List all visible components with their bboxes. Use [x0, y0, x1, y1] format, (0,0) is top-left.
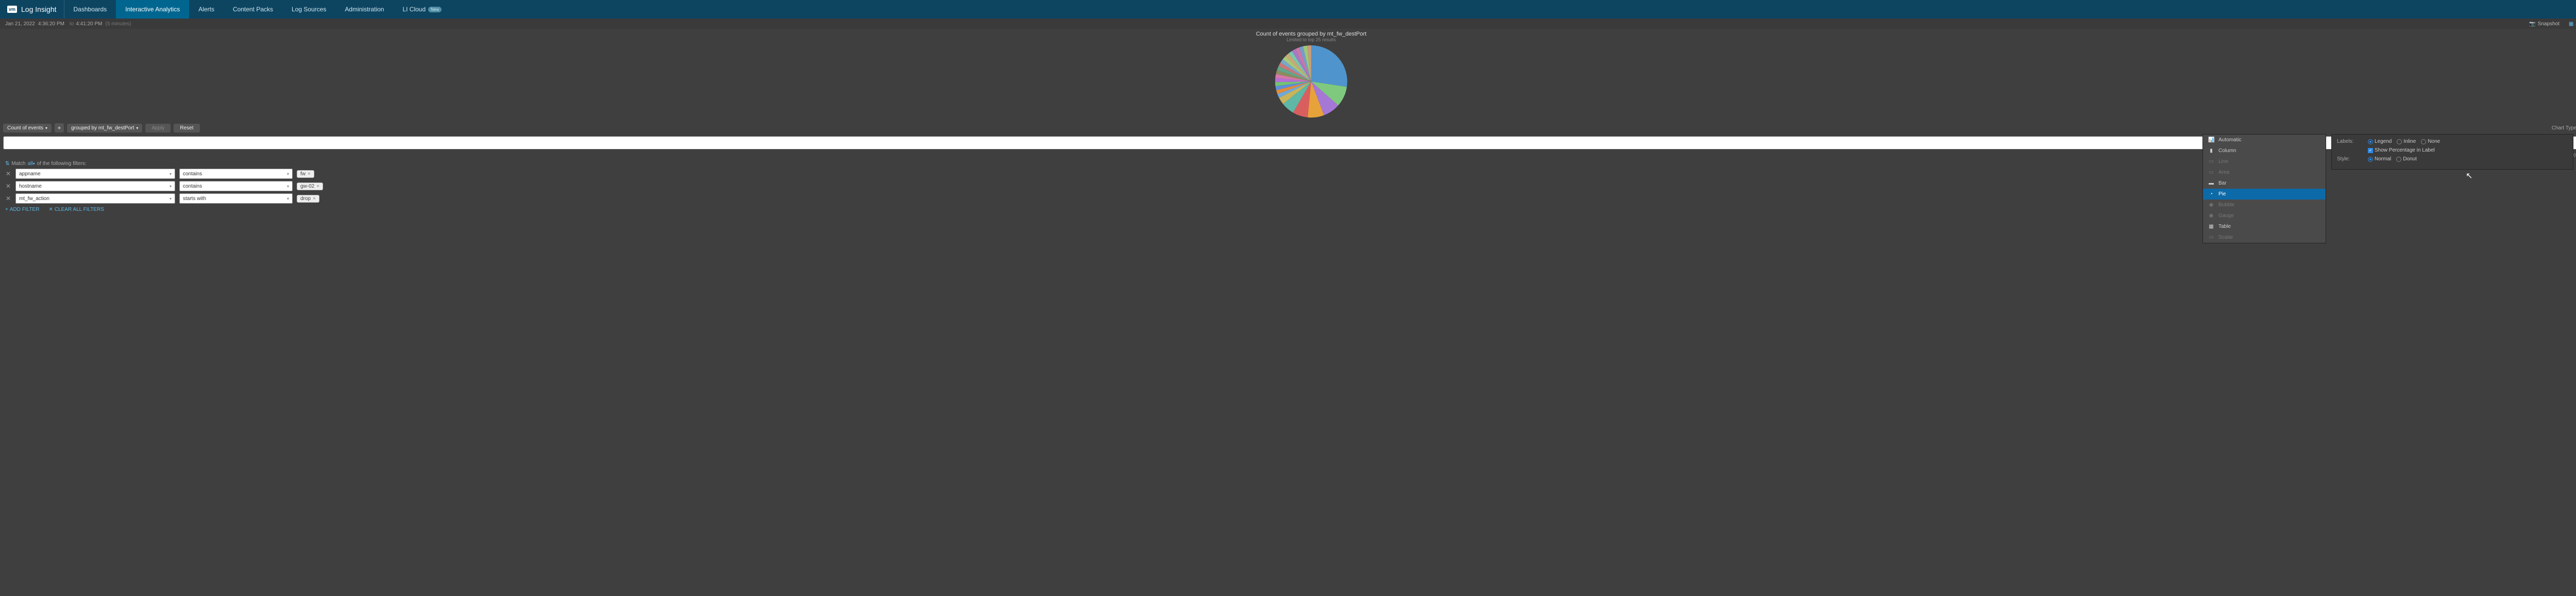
filter-row: ✕ appname▾ contains▾ fw×	[5, 169, 2576, 179]
tag-remove-icon[interactable]: ×	[313, 196, 316, 202]
x-icon: ✕	[48, 207, 53, 212]
nav-alerts[interactable]: Alerts	[189, 0, 224, 19]
timebar-duration: (5 minutes)	[105, 21, 131, 27]
timebar-from: 4:36:20 PM	[38, 21, 64, 27]
chart-options-panel: Labels: Legend Inline None ✓Show Percent…	[2331, 134, 2573, 170]
caret-down-icon: ▾	[45, 126, 47, 130]
labels-label: Labels:	[2337, 139, 2363, 144]
pie-slice[interactable]	[1311, 45, 1347, 87]
chart-area: Count of events grouped by mt_fw_destPor…	[0, 29, 2576, 122]
column-icon: ▮	[2208, 148, 2214, 154]
chart-type-menu[interactable]: 📊Automatic▮Column▭Line▭Area▬Bar◔Pie◉Bubb…	[2202, 134, 2326, 243]
plus-icon: +	[5, 207, 8, 212]
nav-interactive-analytics[interactable]: Interactive Analytics	[116, 0, 189, 19]
clear-filters-button[interactable]: ✕CLEAR ALL FILTERS	[48, 207, 104, 212]
area-icon: ▭	[2208, 170, 2214, 175]
time-bar: Jan 21, 2022 4:36:20 PM to 4:41:20 PM (5…	[0, 19, 2576, 29]
filter-operator-select[interactable]: contains▾	[179, 169, 293, 179]
bar-icon: ▬	[2208, 180, 2214, 186]
filter-value-tag[interactable]: drop×	[297, 195, 319, 203]
pie-chart	[1275, 45, 1347, 118]
gauge-icon: ◉	[2208, 213, 2214, 219]
timebar-to: 4:41:20 PM	[76, 21, 102, 27]
apply-button: Apply	[145, 124, 171, 133]
filter-operator-select[interactable]: starts with▾	[179, 193, 293, 204]
product-name: Log Insight	[21, 5, 57, 13]
add-to-dashboard-button[interactable]: ▦ Add to Dashboard	[2569, 21, 2576, 27]
pie-icon: ◔	[2208, 191, 2214, 197]
new-badge: New	[428, 7, 442, 12]
nav-content-packs[interactable]: Content Packs	[224, 0, 282, 19]
filter-area: ⇅ Match all▾ of the following filters: ✕…	[0, 159, 2576, 218]
chart-type-line: ▭Line	[2203, 156, 2326, 167]
chart-type-gauge: ◉Gauge	[2203, 210, 2326, 221]
chart-type-pie[interactable]: ◔Pie	[2203, 189, 2326, 200]
query-toolbar: Count of events▾ + grouped by mt_fw_dest…	[0, 122, 2576, 134]
show-percentage-checkbox[interactable]: ✓Show Percentage in Label	[2368, 147, 2435, 153]
tag-remove-icon[interactable]: ×	[308, 171, 311, 177]
add-metric-button[interactable]: +	[55, 123, 64, 133]
search-input[interactable]: ★▾	[3, 136, 2516, 150]
reset-button[interactable]: Reset	[174, 124, 199, 133]
nav-log-sources[interactable]: Log Sources	[282, 0, 335, 19]
scalar-icon: ▭	[2208, 235, 2214, 240]
table-icon: ▦	[2208, 224, 2214, 229]
top-nav: vm Log Insight Dashboards Interactive An…	[0, 0, 2576, 19]
style-normal-radio[interactable]: Normal	[2368, 156, 2391, 162]
labels-legend-radio[interactable]: Legend	[2368, 139, 2392, 144]
nav-dashboards[interactable]: Dashboards	[64, 0, 116, 19]
match-line: ⇅ Match all▾ of the following filters:	[5, 161, 2576, 167]
chart-type-automatic[interactable]: 📊Automatic	[2203, 135, 2326, 145]
chart-type-label: Chart Type	[2552, 125, 2576, 131]
tag-remove-icon[interactable]: ×	[316, 184, 319, 189]
chart-type-bar[interactable]: ▬Bar	[2203, 178, 2326, 189]
filter-row: ✕ hostname▾ contains▾ gw-02×	[5, 181, 2576, 191]
bubble-icon: ◉	[2208, 202, 2214, 208]
snapshot-button[interactable]: 📷 Snapshot	[2529, 21, 2560, 27]
chart-type-table[interactable]: ▦Table	[2203, 221, 2326, 232]
nav-administration[interactable]: Administration	[335, 0, 393, 19]
caret-down-icon: ▾	[136, 126, 138, 130]
style-donut-radio[interactable]: Donut	[2396, 156, 2417, 162]
chart-subtitle: Limited to top 25 results	[0, 37, 2576, 42]
timebar-to-label: to	[70, 21, 74, 27]
remove-filter-button[interactable]: ✕	[5, 170, 11, 177]
filter-field-select[interactable]: hostname▾	[15, 181, 175, 191]
remove-filter-button[interactable]: ✕	[5, 195, 11, 202]
timebar-date: Jan 21, 2022	[5, 21, 35, 27]
filter-field-select[interactable]: mt_fw_action▾	[15, 193, 175, 204]
time-caption: Jan 21, 2022 , 16:36:20.083 to	[0, 152, 2576, 159]
chart-type-column[interactable]: ▮Column	[2203, 145, 2326, 156]
filter-field-select[interactable]: appname▾	[15, 169, 175, 179]
add-filter-button[interactable]: +ADD FILTER	[5, 207, 39, 212]
vm-badge: vm	[7, 6, 17, 13]
remove-filter-button[interactable]: ✕	[5, 183, 11, 190]
style-label: Style:	[2337, 156, 2363, 162]
match-mode-selector[interactable]: all▾	[28, 161, 35, 167]
nav-li-cloud[interactable]: LI Cloud New	[393, 0, 451, 19]
camera-icon: 📷	[2529, 21, 2535, 27]
count-selector[interactable]: Count of events▾	[3, 124, 52, 133]
labels-none-radio[interactable]: None	[2421, 139, 2440, 144]
chart-title: Count of events grouped by mt_fw_destPor…	[0, 29, 2576, 37]
filter-operator-select[interactable]: contains▾	[179, 181, 293, 191]
automatic-icon: 📊	[2208, 137, 2214, 143]
dashboard-icon: ▦	[2569, 21, 2573, 27]
line-icon: ▭	[2208, 159, 2214, 164]
sort-icon[interactable]: ⇅	[5, 161, 9, 167]
filter-value-tag[interactable]: gw-02×	[297, 183, 323, 190]
search-row: ★▾ Custom time range ▾	[0, 134, 2576, 152]
logo: vm Log Insight	[0, 0, 64, 19]
chart-type-bubble: ◉Bubble	[2203, 200, 2326, 210]
labels-inline-radio[interactable]: Inline	[2397, 139, 2416, 144]
chart-type-scalar: ▭Scalar	[2203, 232, 2326, 243]
filter-value-tag[interactable]: fw×	[297, 170, 314, 178]
chart-type-area: ▭Area	[2203, 167, 2326, 178]
filter-row: ✕ mt_fw_action▾ starts with▾ drop×	[5, 193, 2576, 204]
group-by-selector[interactable]: grouped by mt_fw_destPort▾	[67, 124, 142, 133]
